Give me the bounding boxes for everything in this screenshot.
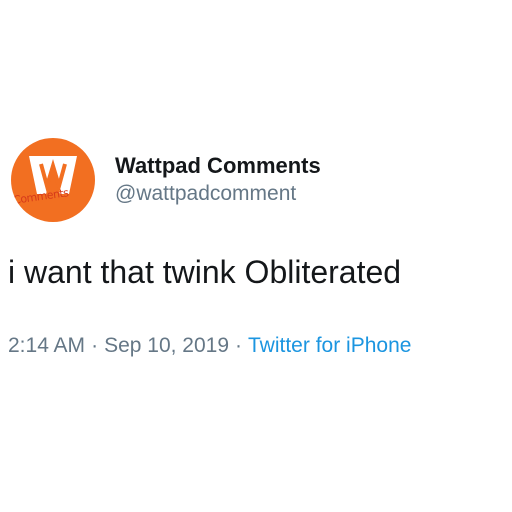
tweet-time[interactable]: 2:14 AM [8, 334, 85, 357]
tweet-date[interactable]: Sep 10, 2019 [104, 334, 229, 357]
tweet-card: Comments Wattpad Comments @wattpadcommen… [0, 0, 512, 512]
wattpad-w-logo-icon [29, 156, 77, 194]
tweet-meta: 2:14 AM · Sep 10, 2019 · Twitter for iPhone [8, 332, 411, 360]
tweet-header: Comments Wattpad Comments @wattpadcommen… [11, 138, 321, 222]
tweet-source-link[interactable]: Twitter for iPhone [248, 334, 411, 357]
tweet-text: i want that twink Obliterated [8, 254, 402, 290]
meta-separator: · [91, 334, 99, 357]
display-name[interactable]: Wattpad Comments [115, 152, 321, 180]
avatar[interactable]: Comments [11, 138, 95, 222]
meta-separator: · [235, 334, 243, 357]
user-handle[interactable]: @wattpadcomment [115, 180, 321, 208]
author-names: Wattpad Comments @wattpadcomment [115, 152, 321, 208]
